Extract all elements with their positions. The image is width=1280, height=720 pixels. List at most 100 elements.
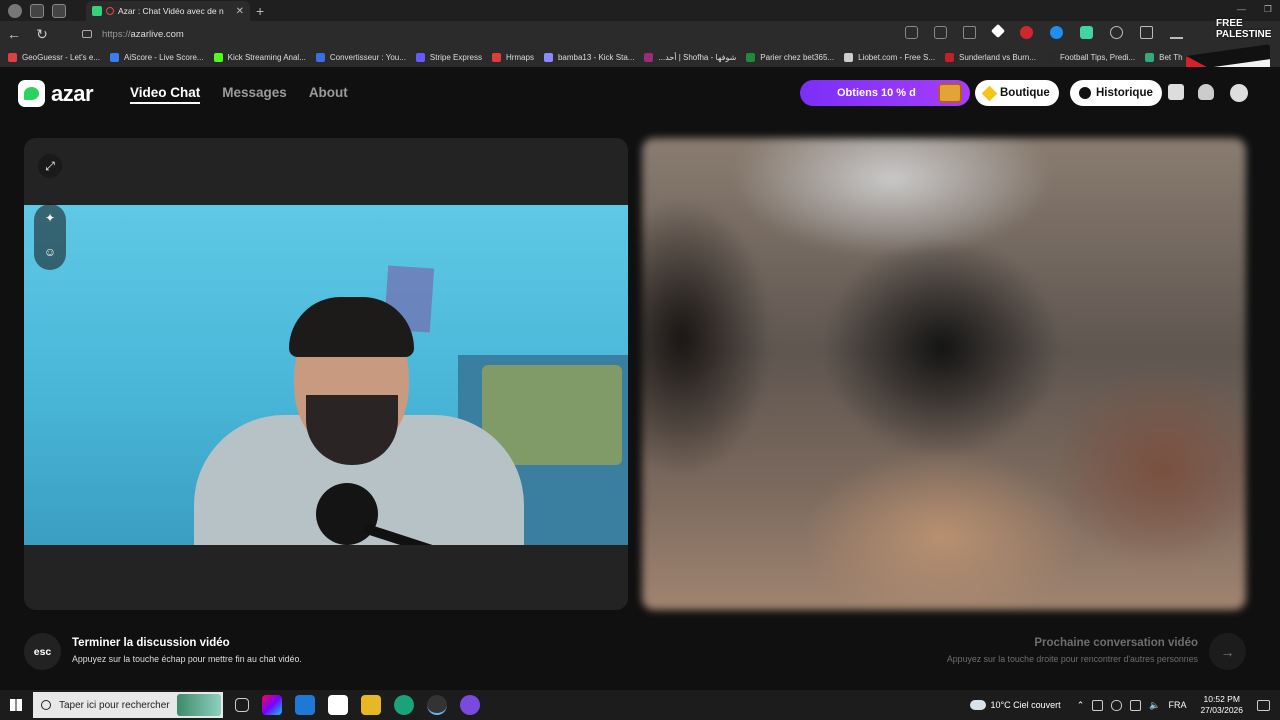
bookmark-favicon-icon (1045, 52, 1055, 62)
bookmark-label: Football Tips, Predi... (1059, 52, 1136, 62)
outlook-icon[interactable] (295, 695, 315, 715)
azar-favicon-icon (92, 6, 102, 16)
nav-video-chat[interactable]: Video Chat (130, 85, 201, 104)
reload-icon[interactable]: ↻ (28, 26, 56, 43)
chevron-up-icon[interactable]: ⌃ (1077, 700, 1085, 711)
weather-text: 10°C Ciel couvert (990, 700, 1061, 710)
new-tab-button[interactable]: + (256, 3, 264, 19)
notification-bell-icon[interactable] (1198, 84, 1214, 100)
notifications-icon[interactable] (1257, 699, 1270, 711)
face-filter-icon[interactable]: ☺ (38, 240, 62, 264)
bookmark-label: GeoGuessr - Let's e... (22, 52, 101, 62)
file-explorer-icon[interactable] (361, 695, 381, 715)
bookmark-label: Sunderland vs Burn... (959, 52, 1036, 62)
bookmark-item[interactable]: Sunderland vs Burn... (945, 52, 1036, 62)
extension-refresh-icon[interactable] (1110, 26, 1123, 39)
badge-text: FREE PALESTINE (1216, 18, 1272, 40)
downloads-icon[interactable] (1170, 26, 1183, 39)
tab-azar[interactable]: Azar : Chat Vidéo avec de n ✕ (86, 1, 250, 21)
bookmark-item[interactable]: bamba13 - Kick Sta... (543, 52, 635, 62)
bookmark-label: ...أحد | Shofha - شوفها (658, 52, 737, 62)
extension-red-icon[interactable] (1020, 26, 1033, 39)
bookmark-item[interactable]: Parier chez bet365... (746, 52, 835, 62)
bookmark-item[interactable]: Football Tips, Predi... (1045, 52, 1136, 62)
profile-icon[interactable] (8, 3, 22, 18)
historique-button[interactable]: Historique (1070, 80, 1162, 106)
boutique-button[interactable]: Boutique (975, 80, 1059, 106)
end-chat-button[interactable]: esc (24, 633, 61, 670)
obs-icon[interactable] (427, 695, 447, 715)
bookmark-favicon-icon (213, 52, 223, 62)
bookmark-item[interactable]: AiScore - Live Score... (110, 52, 204, 62)
store-app-icon[interactable] (328, 695, 348, 715)
search-highlight-image (177, 694, 221, 716)
tab-actions-icon[interactable] (52, 3, 66, 18)
language-indicator[interactable]: FRA (1168, 700, 1186, 710)
nav-messages[interactable]: Messages (222, 85, 287, 104)
extension-blue-icon[interactable] (1050, 26, 1063, 39)
azar-logo[interactable]: azar (18, 80, 94, 107)
extension-green-icon[interactable] (1080, 26, 1093, 39)
end-chat-hint: Appuyez sur la touche échap pour mettre … (72, 654, 302, 664)
task-view-icon[interactable] (235, 698, 249, 712)
expand-icon[interactable]: ⤢ (38, 154, 62, 178)
clock-time: 10:52 PM (1203, 694, 1240, 704)
microphone-icon[interactable] (1111, 699, 1123, 711)
bookmark-favicon-icon (110, 52, 120, 62)
bookmark-item[interactable]: Liobet.com - Free S... (844, 52, 935, 62)
profile-avatar-icon[interactable] (1230, 84, 1248, 102)
end-chat-title: Terminer la discussion vidéo (72, 637, 230, 649)
bookmark-label: Bet Th (1159, 52, 1183, 62)
magic-wand-icon[interactable]: ✦ (38, 206, 62, 230)
promo-label: Obtiens 10 % d (837, 87, 916, 99)
diamond-icon (981, 85, 998, 101)
my-video-panel: ⤢ ✦ ☺ (24, 138, 628, 610)
url-protocol: https:// (102, 28, 131, 40)
partner-video-panel (642, 138, 1246, 610)
close-tab-icon[interactable]: ✕ (236, 6, 244, 17)
volume-icon[interactable]: 🔈 (1149, 700, 1160, 711)
workspaces-icon[interactable] (30, 3, 44, 18)
copilot-icon[interactable] (262, 695, 282, 715)
network-icon[interactable] (1092, 699, 1104, 711)
windows-logo-icon (10, 699, 22, 711)
discord-icon[interactable] (460, 695, 480, 715)
promo-button[interactable]: Obtiens 10 % d (800, 80, 970, 106)
store-icon[interactable] (1168, 84, 1184, 100)
bookmark-item[interactable]: Bet Th (1145, 52, 1183, 62)
historique-label: Historique (1096, 87, 1153, 99)
bookmark-favicon-icon (1145, 52, 1155, 62)
bookmark-item[interactable]: Hrmaps (491, 52, 534, 62)
app-install-icon[interactable] (934, 26, 947, 39)
site-info-icon[interactable] (82, 30, 92, 38)
taskbar-search[interactable]: Taper ici pour rechercher (33, 692, 223, 718)
split-screen-icon[interactable] (1140, 26, 1153, 39)
system-tray: 10°C Ciel couvert ⌃ 🔈 FRA 10:52 PM 27/03… (969, 690, 1280, 720)
bookmark-item[interactable]: GeoGuessr - Let's e... (8, 52, 101, 62)
back-icon[interactable]: ← (0, 26, 28, 42)
main-nav: Video Chat Messages About (130, 85, 348, 104)
bookmark-favicon-icon (315, 52, 325, 62)
bookmark-item[interactable]: Stripe Express (415, 52, 482, 62)
weather-widget[interactable]: 10°C Ciel couvert (969, 700, 1061, 710)
clock-date: 27/03/2026 (1200, 705, 1243, 715)
edge-icon[interactable] (394, 695, 414, 715)
nav-about[interactable]: About (309, 85, 348, 104)
bookmark-item[interactable]: Kick Streaming Anal... (213, 52, 306, 62)
camera-permission-icon[interactable] (905, 26, 918, 39)
browser-tab-bar: Azar : Chat Vidéo avec de n ✕ + — ❐ (0, 0, 1280, 21)
url-field[interactable]: https:// azarlive.com (76, 24, 976, 44)
bookmark-item[interactable]: ...أحد | Shofha - شوفها (644, 52, 737, 62)
favorite-star-icon[interactable] (963, 26, 976, 39)
next-chat-arrow-icon[interactable]: → (1209, 633, 1246, 670)
clock[interactable]: 10:52 PM 27/03/2026 (1200, 694, 1243, 716)
bookmark-label: Stripe Express (429, 52, 482, 62)
extension-diamond-icon[interactable] (990, 23, 1006, 39)
bookmark-label: bamba13 - Kick Sta... (557, 52, 635, 62)
bookmark-label: Parier chez bet365... (760, 52, 835, 62)
start-button[interactable] (0, 690, 32, 720)
display-icon[interactable] (1130, 699, 1142, 711)
bookmark-favicon-icon (8, 52, 17, 62)
bookmark-item[interactable]: Convertisseur : You... (315, 52, 406, 62)
bookmark-favicon-icon (844, 52, 854, 62)
